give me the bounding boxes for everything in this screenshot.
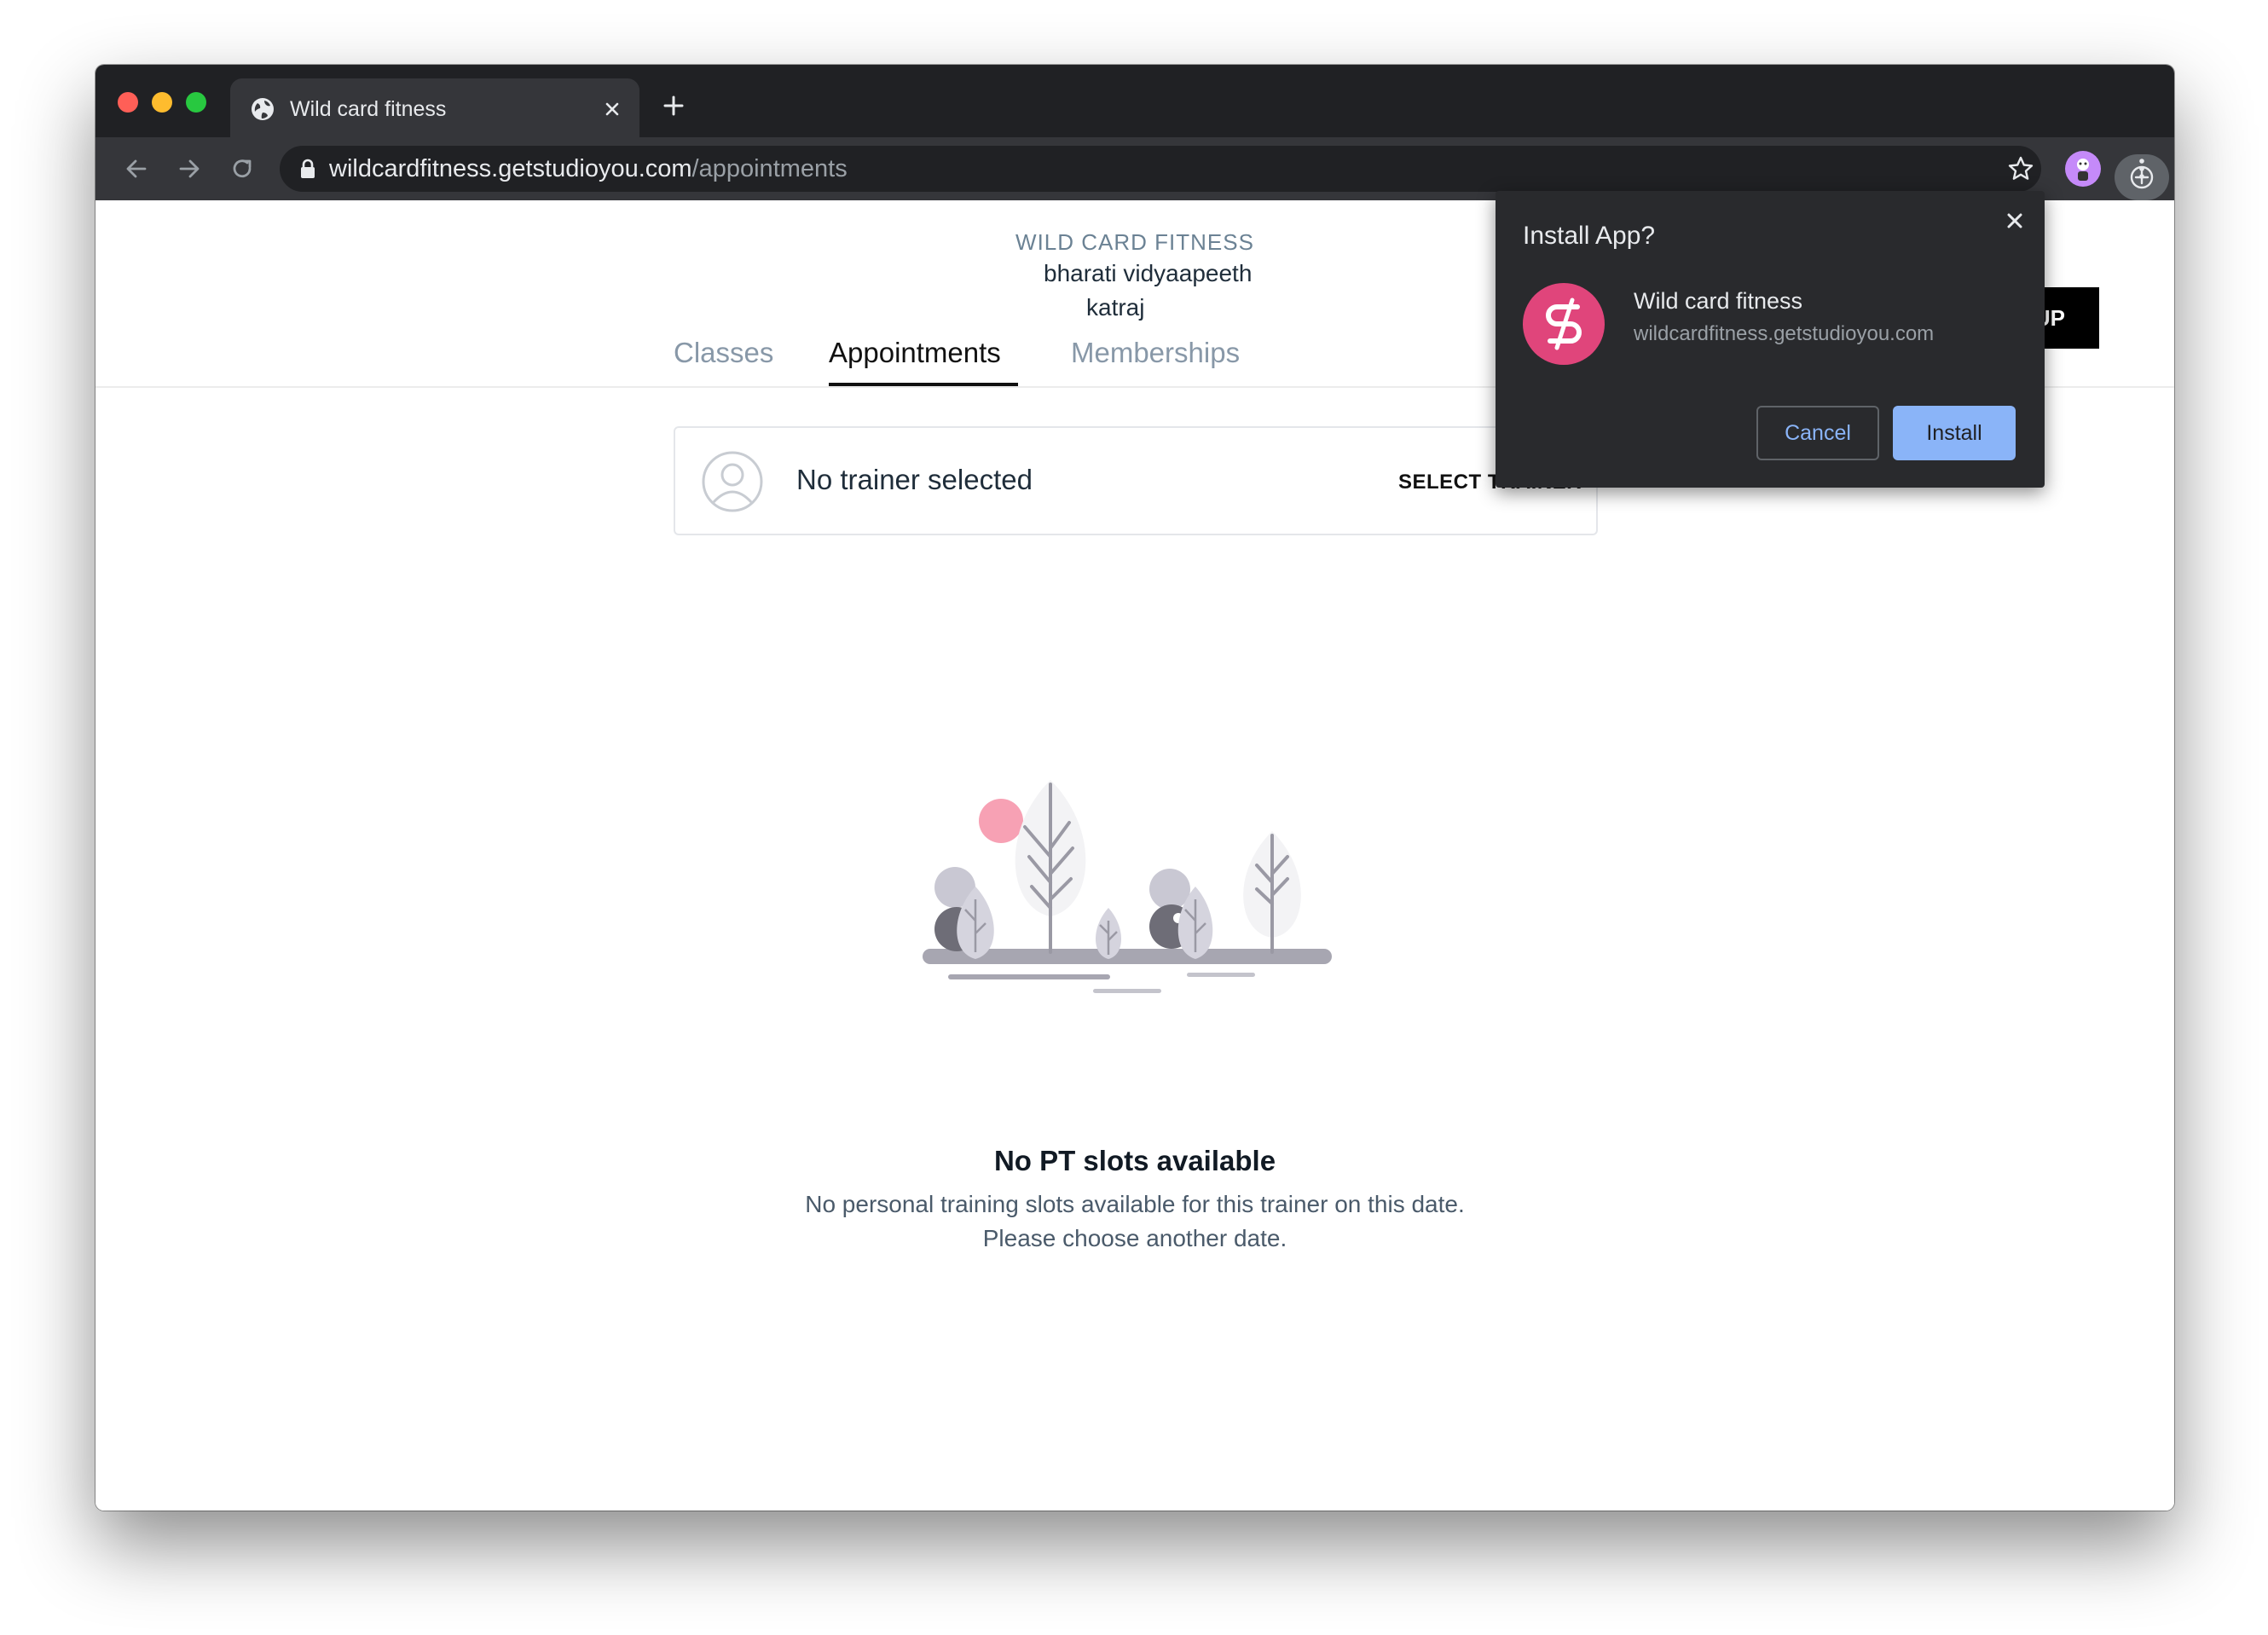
tab-title: Wild card fitness — [290, 97, 447, 121]
app-name: Wild card fitness — [1634, 288, 1803, 314]
app-logo-icon — [1523, 283, 1605, 365]
minimize-window-button[interactable] — [152, 92, 172, 113]
tab-classes[interactable]: Classes — [674, 337, 773, 369]
forward-arrow-icon[interactable] — [174, 153, 205, 184]
studio-address-line2: katraj — [1086, 294, 1145, 321]
back-arrow-icon[interactable] — [121, 153, 152, 184]
url-text: wildcardfitness.getstudioyou.com/appoint… — [329, 154, 848, 183]
browser-tab[interactable]: Wild card fitness — [230, 78, 639, 137]
empty-state-description-line2: Please choose another date. — [982, 1225, 1287, 1251]
empty-state-title: No PT slots available — [993, 1145, 1276, 1176]
close-window-button[interactable] — [118, 92, 138, 113]
trainer-status: No trainer selected — [796, 464, 1033, 495]
cancel-button[interactable]: Cancel — [1756, 406, 1879, 460]
reload-icon[interactable] — [227, 153, 257, 184]
close-icon[interactable] — [2002, 208, 2028, 234]
new-tab-icon[interactable] — [658, 90, 689, 121]
tab-memberships[interactable]: Memberships — [1071, 337, 1240, 369]
tab-appointments[interactable]: Appointments — [829, 337, 1001, 369]
trainer-selector[interactable]: No trainer selected SELECT TRAINER — [674, 426, 1598, 535]
app-origin: wildcardfitness.getstudioyou.com — [1634, 322, 1935, 345]
studio-address-line1: bharati vidyaapeeth — [1044, 260, 1253, 286]
dialog-title: Install App? — [1523, 222, 1656, 250]
install-button[interactable]: Install — [1893, 406, 2016, 460]
url-path: /appointments — [691, 155, 848, 182]
empty-state-description-line1: No personal training slots available for… — [805, 1191, 1465, 1217]
empty-state-illustration — [923, 780, 1332, 993]
close-tab-icon[interactable] — [597, 94, 628, 124]
browser-window: Wild card fitness wildcardfitness.getstu… — [95, 65, 2174, 1511]
tab-strip: Wild card fitness — [95, 65, 2174, 137]
maximize-window-button[interactable] — [186, 92, 206, 113]
user-placeholder-icon — [702, 451, 763, 512]
bookmark-star-icon[interactable] — [2005, 153, 2036, 184]
lock-icon[interactable] — [298, 158, 317, 180]
address-bar[interactable]: wildcardfitness.getstudioyou.com/appoint… — [280, 146, 2169, 200]
url-host: wildcardfitness.getstudioyou.com — [329, 155, 692, 182]
install-app-dialog: Install App? Wild card fitness wildcardf… — [1496, 191, 2045, 488]
more-menu-icon[interactable] — [2126, 153, 2157, 184]
profile-face-icon — [2077, 159, 2089, 181]
profile-avatar[interactable] — [2065, 151, 2101, 187]
globe-icon — [252, 98, 274, 120]
